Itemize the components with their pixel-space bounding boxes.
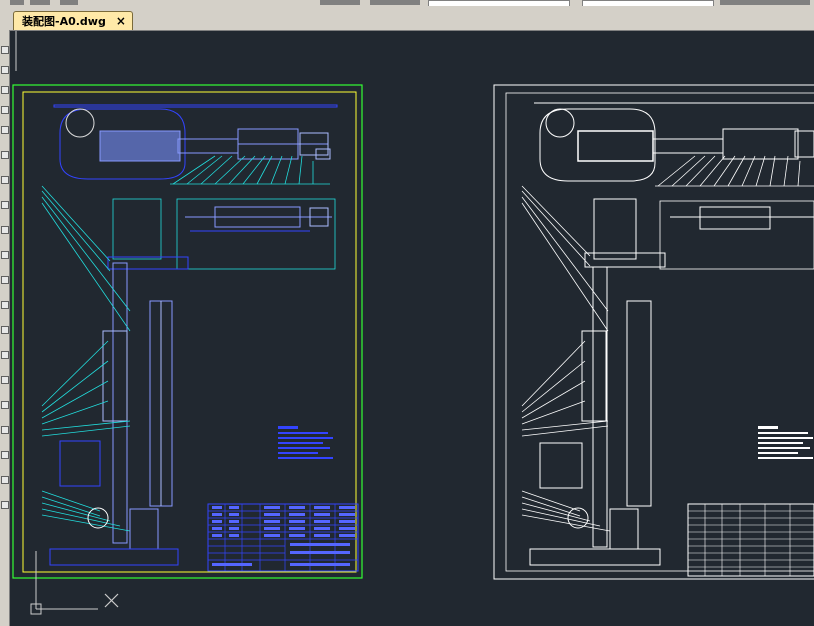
tool-icon[interactable] [1, 151, 9, 159]
gearbox-right [577, 130, 654, 162]
base-plate-right [529, 548, 661, 566]
tool-icon[interactable] [1, 376, 9, 384]
toolbar-button[interactable] [30, 0, 50, 5]
base-motor-right [539, 442, 583, 489]
detail-box [176, 198, 336, 270]
left-drawing-sheet[interactable] [12, 84, 363, 579]
toolbar-button[interactable] [60, 0, 78, 5]
notes-block-right [758, 426, 813, 459]
sheet-inner-frame-right [505, 92, 814, 572]
tool-icon[interactable] [1, 426, 9, 434]
toolbar-button[interactable] [10, 0, 24, 5]
column-cylinder-right [626, 300, 652, 507]
toolbar-button[interactable] [720, 0, 810, 5]
tool-icon[interactable] [1, 66, 9, 74]
crosshair-icon [104, 593, 119, 608]
tool-icon[interactable] [1, 46, 9, 54]
pulley [65, 108, 95, 138]
base-block-right [609, 508, 639, 550]
detail-cylinder-right [699, 206, 771, 230]
toolbar-button[interactable] [370, 0, 420, 5]
tool-icon[interactable] [1, 276, 9, 284]
title-block [207, 503, 359, 572]
arm-base-plate-right [539, 108, 656, 182]
title-block-right [687, 503, 814, 577]
leader-lines-left [41, 185, 131, 532]
drawing-svg [12, 31, 814, 615]
notes-block [278, 426, 333, 459]
column-motor [102, 330, 128, 422]
dim-line [53, 104, 338, 108]
tool-icon[interactable] [1, 301, 9, 309]
pulley-right [545, 108, 575, 138]
arm-link [177, 138, 239, 154]
leader-lines-left-right [521, 185, 611, 532]
tool-icon[interactable] [1, 176, 9, 184]
drawing-canvas[interactable] [10, 31, 814, 626]
gearbox [99, 130, 181, 162]
sheet-inner-frame [22, 91, 357, 573]
ucs-icon [30, 551, 98, 615]
close-icon[interactable]: × [116, 14, 126, 28]
base-block [129, 508, 159, 550]
leader-lines-top-right [655, 155, 814, 187]
side-toolbar [0, 6, 10, 626]
tool-icon[interactable] [1, 251, 9, 259]
tool-icon[interactable] [1, 106, 9, 114]
column-left-rail-right [592, 266, 608, 548]
arm-link-right [652, 138, 724, 154]
right-drawing-sheet[interactable] [493, 84, 814, 580]
tool-icon[interactable] [1, 451, 9, 459]
column-cap-box [112, 198, 162, 260]
tool-icon[interactable] [1, 226, 9, 234]
column-motor-right [581, 330, 607, 422]
document-tab-bar: 装配图-A0.dwg × [9, 6, 814, 31]
base-plate [49, 548, 179, 566]
column-cap-box-right [593, 198, 637, 260]
tool-icon[interactable] [1, 326, 9, 334]
tab-drawing[interactable]: 装配图-A0.dwg × [13, 11, 133, 30]
leader-lines-top [170, 155, 330, 185]
base-motor [59, 440, 101, 487]
arm-cylinder-right [722, 128, 799, 160]
detail-box-right [659, 200, 814, 270]
tool-icon[interactable] [1, 351, 9, 359]
tool-icon[interactable] [1, 201, 9, 209]
tool-icon[interactable] [1, 476, 9, 484]
tab-label: 装配图-A0.dwg [22, 15, 106, 28]
tool-icon[interactable] [1, 501, 9, 509]
tool-icon[interactable] [1, 86, 9, 94]
tool-icon[interactable] [1, 126, 9, 134]
tool-icon[interactable] [1, 401, 9, 409]
column-joint-right [584, 252, 666, 268]
toolbar-button[interactable] [320, 0, 360, 5]
